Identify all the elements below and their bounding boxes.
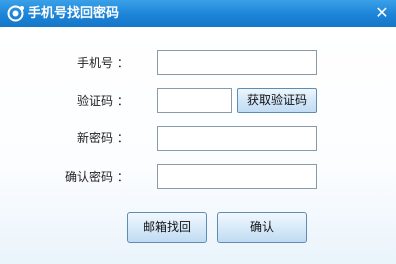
code-label: 验证码 ： (77, 94, 129, 108)
confirm-button[interactable]: 确认 (217, 212, 307, 243)
close-icon[interactable]: ✕ (374, 5, 390, 21)
confirm-password-label: 确认密码 ： (65, 170, 129, 184)
email-recover-button[interactable]: 邮箱找回 (127, 212, 207, 243)
new-password-input[interactable] (157, 126, 317, 151)
phone-input[interactable] (157, 50, 317, 75)
phone-label: 手机号 ： (77, 56, 129, 70)
code-input[interactable] (157, 88, 232, 113)
title-bar: 手机号找回密码 ✕ (0, 0, 396, 27)
get-code-button[interactable]: 获取验证码 (237, 88, 317, 113)
confirm-password-input[interactable] (157, 164, 317, 189)
new-password-label: 新密码 ： (77, 131, 129, 145)
window-title: 手机号找回密码 (28, 6, 120, 21)
app-logo-icon (7, 5, 24, 22)
